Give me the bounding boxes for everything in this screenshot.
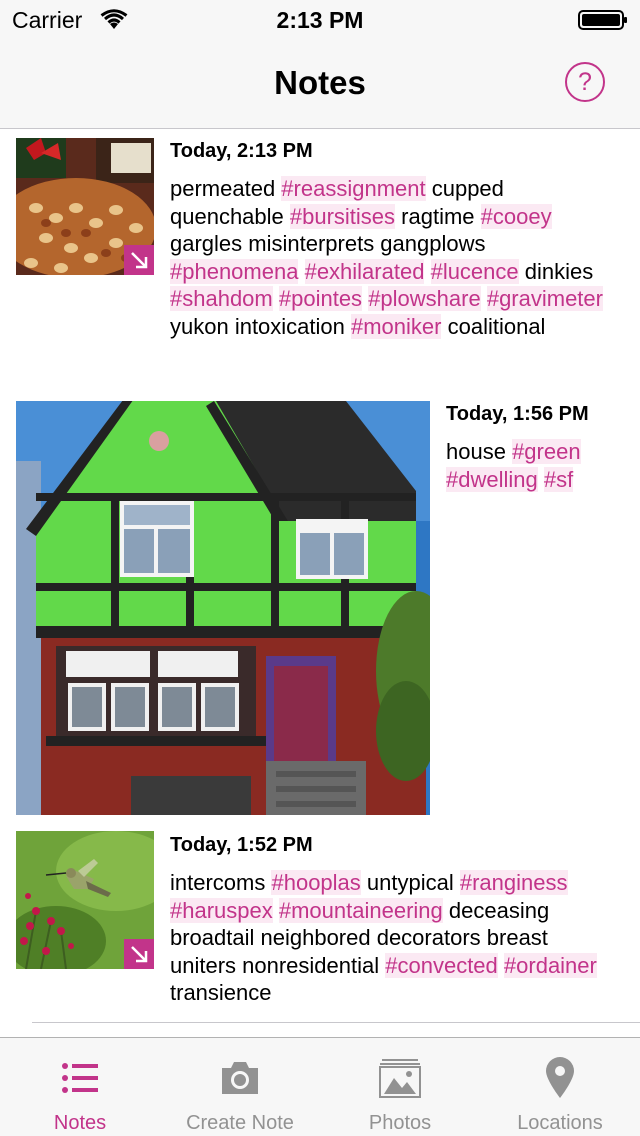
hashtag-link[interactable]: #plowshare: [368, 286, 481, 311]
note-body: intercoms #hooplas untypical #ranginess …: [170, 869, 620, 1007]
hashtag-link[interactable]: #moniker: [351, 313, 442, 339]
note-text-segment: [538, 467, 544, 492]
note-item[interactable]: Today, 1:52 PM intercoms #hooplas untypi…: [0, 830, 640, 1037]
tab-label: Photos: [368, 1112, 432, 1134]
hashtag-link[interactable]: #convected: [385, 952, 498, 978]
note-text-segment: house: [446, 439, 513, 464]
note-thumbnail[interactable]: [16, 401, 430, 815]
note-text-segment: permeated: [170, 176, 282, 201]
navigation-bar: Notes ?: [0, 40, 640, 129]
note-body: house #green #dwelling #sf: [446, 438, 626, 493]
page-title: Notes: [274, 64, 366, 101]
photos-icon: [379, 1059, 421, 1098]
note-text-segment: yukon intoxication: [170, 313, 351, 339]
hashtag-link[interactable]: #bursitises: [289, 203, 396, 229]
hashtag-link[interactable]: #exhilarated: [304, 258, 425, 284]
note-text-segment: [273, 898, 279, 923]
status-time: 2:13 PM: [276, 7, 364, 33]
hashtag-link[interactable]: #gravimeter: [486, 286, 603, 311]
tab-bar: Notes Create Note Photos Locations: [0, 1037, 640, 1136]
separator: [32, 1022, 640, 1023]
note-item[interactable]: Today, 2:13 PM permeated #reassignment c…: [0, 130, 640, 395]
tab-label: Create Note: [186, 1112, 294, 1134]
note-text-segment: [498, 953, 504, 978]
note-text-segment: [273, 286, 279, 311]
tab-locations[interactable]: Locations: [480, 1038, 640, 1136]
tab-notes[interactable]: Notes: [0, 1038, 160, 1136]
note-text-segment: untypical: [360, 870, 460, 895]
note-text-segment: gargles misinterprets gangplows: [170, 231, 486, 256]
tab-label: Notes: [53, 1112, 107, 1134]
note-text-segment: ragtime: [395, 203, 481, 229]
tab-photos[interactable]: Photos: [320, 1038, 480, 1136]
notes-list[interactable]: Today, 2:13 PM permeated #reassignment c…: [0, 130, 640, 1037]
note-timestamp: Today, 1:56 PM: [446, 403, 589, 425]
note-text-segment: [298, 259, 304, 284]
hashtag-link[interactable]: #green: [512, 439, 581, 464]
note-item[interactable]: Today, 1:56 PM house #green #dwelling #s…: [0, 395, 640, 830]
hashtag-link[interactable]: #hooplas: [271, 870, 361, 895]
hashtag-link[interactable]: #reassignment: [281, 176, 426, 201]
note-text-segment: [424, 259, 430, 284]
note-timestamp: Today, 2:13 PM: [170, 140, 313, 162]
tab-label: Locations: [517, 1112, 603, 1134]
note-text-segment: coalitional: [441, 313, 546, 339]
hashtag-link[interactable]: #dwelling: [446, 466, 538, 492]
hashtag-link[interactable]: #shahdom: [170, 286, 273, 311]
hashtag-link[interactable]: #lucence: [430, 258, 519, 284]
note-text-segment: intercoms: [170, 870, 272, 895]
battery-icon: [578, 10, 627, 30]
hashtag-link[interactable]: #haruspex: [170, 897, 273, 923]
hashtag-link[interactable]: #ordainer: [503, 952, 597, 978]
location-pin-icon: [546, 1057, 574, 1098]
note-body: permeated #reassignment cupped quenchabl…: [170, 175, 620, 340]
hashtag-link[interactable]: #cooey: [480, 203, 552, 229]
note-timestamp: Today, 1:52 PM: [170, 834, 313, 856]
green-house-photo: [16, 401, 430, 815]
help-button[interactable]: ?: [565, 62, 605, 102]
hashtag-link[interactable]: #mountaineering: [278, 897, 443, 923]
camera-icon: [222, 1062, 258, 1094]
expand-arrow-icon[interactable]: [124, 939, 154, 969]
note-thumbnail[interactable]: [16, 138, 154, 275]
note-text-segment: dinkies: [518, 258, 594, 284]
tab-create-note[interactable]: Create Note: [160, 1038, 320, 1136]
hashtag-link[interactable]: #pointes: [278, 286, 363, 311]
note-text-segment: transience: [170, 980, 272, 1005]
status-bar: Carrier 2:13 PM: [0, 0, 640, 40]
note-text-segment: [481, 286, 487, 311]
note-thumbnail[interactable]: [16, 831, 154, 969]
hashtag-link[interactable]: #phenomena: [170, 258, 299, 284]
hashtag-link[interactable]: #sf: [543, 466, 574, 492]
hashtag-link[interactable]: #ranginess: [459, 870, 568, 895]
list-icon: [62, 1063, 98, 1093]
expand-arrow-icon[interactable]: [124, 245, 154, 275]
